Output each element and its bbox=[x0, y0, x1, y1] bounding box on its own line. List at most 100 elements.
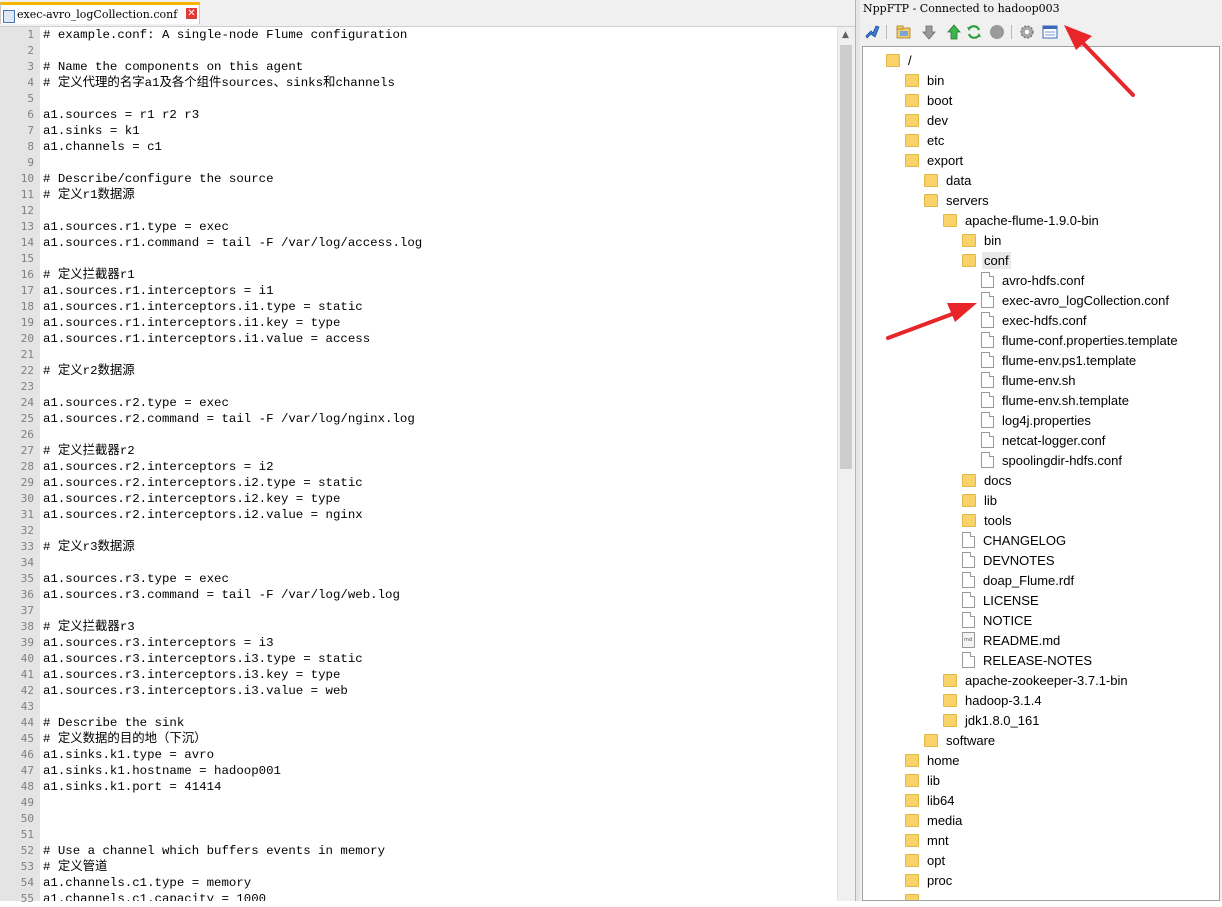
file-node[interactable]: README.md bbox=[962, 630, 1062, 650]
code-line[interactable]: # Describe/configure the source bbox=[40, 171, 837, 187]
file-node[interactable]: DEVNOTES bbox=[962, 550, 1057, 570]
folder-node[interactable]: dev bbox=[905, 110, 950, 130]
code-line[interactable] bbox=[40, 795, 837, 811]
scrollbar-thumb[interactable] bbox=[840, 45, 852, 469]
refresh-button[interactable] bbox=[965, 23, 983, 41]
code-line[interactable] bbox=[40, 251, 837, 267]
folder-node[interactable]: data bbox=[924, 170, 973, 190]
code-line[interactable]: # 定义r1数据源 bbox=[40, 187, 837, 203]
code-line[interactable]: # 定义拦截器r2 bbox=[40, 443, 837, 459]
code-line[interactable]: # 定义数据的目的地（下沉） bbox=[40, 731, 837, 747]
file-node[interactable]: netcat-logger.conf bbox=[981, 430, 1107, 450]
tab-exec-avro-logcollection[interactable]: exec-avro_logCollection.conf ✕ bbox=[0, 2, 200, 24]
folder-node[interactable]: software bbox=[924, 730, 997, 750]
folder-node[interactable]: lib64 bbox=[905, 790, 956, 810]
code-line[interactable]: # Use a channel which buffers events in … bbox=[40, 843, 837, 859]
settings-button[interactable] bbox=[1018, 23, 1036, 41]
code-line[interactable]: a1.sources.r1.command = tail -F /var/log… bbox=[40, 235, 837, 251]
folder-node[interactable] bbox=[905, 890, 929, 900]
file-node[interactable]: flume-conf.properties.template bbox=[981, 330, 1180, 350]
code-line[interactable] bbox=[40, 603, 837, 619]
folder-node[interactable]: jdk1.8.0_161 bbox=[943, 710, 1041, 730]
code-line[interactable]: a1.sources.r2.interceptors.i2.key = type bbox=[40, 491, 837, 507]
file-node[interactable]: LICENSE bbox=[962, 590, 1041, 610]
scroll-up-arrow-icon[interactable]: ▲ bbox=[842, 30, 849, 40]
download-button[interactable] bbox=[920, 23, 938, 41]
code-line[interactable]: a1.sources.r3.command = tail -F /var/log… bbox=[40, 587, 837, 603]
folder-node[interactable]: lib bbox=[905, 770, 942, 790]
file-node[interactable]: exec-avro_logCollection.conf bbox=[981, 290, 1171, 310]
code-line[interactable] bbox=[40, 379, 837, 395]
code-line[interactable]: a1.sources.r1.interceptors = i1 bbox=[40, 283, 837, 299]
file-node[interactable]: doap_Flume.rdf bbox=[962, 570, 1076, 590]
code-line[interactable]: a1.sources.r3.interceptors = i3 bbox=[40, 635, 837, 651]
code-line[interactable] bbox=[40, 699, 837, 715]
folder-node[interactable]: boot bbox=[905, 90, 954, 110]
code-line[interactable]: a1.channels = c1 bbox=[40, 139, 837, 155]
code-line[interactable] bbox=[40, 155, 837, 171]
code-line[interactable] bbox=[40, 555, 837, 571]
code-line[interactable]: a1.sources.r1.type = exec bbox=[40, 219, 837, 235]
file-node[interactable]: avro-hdfs.conf bbox=[981, 270, 1086, 290]
code-line[interactable]: a1.sinks.k1.port = 41414 bbox=[40, 779, 837, 795]
folder-node[interactable]: home bbox=[905, 750, 962, 770]
code-line[interactable] bbox=[40, 203, 837, 219]
folder-node[interactable]: servers bbox=[924, 190, 991, 210]
code-line[interactable]: a1.sources.r3.type = exec bbox=[40, 571, 837, 587]
folder-node[interactable]: lib bbox=[962, 490, 999, 510]
folder-node[interactable]: proc bbox=[905, 870, 954, 890]
code-line[interactable]: a1.sources.r2.type = exec bbox=[40, 395, 837, 411]
code-text-area[interactable]: # example.conf: A single-node Flume conf… bbox=[40, 27, 837, 901]
close-tab-button[interactable]: ✕ bbox=[186, 8, 197, 19]
folder-node[interactable]: export bbox=[905, 150, 965, 170]
code-line[interactable]: # example.conf: A single-node Flume conf… bbox=[40, 27, 837, 43]
connect-button[interactable] bbox=[864, 23, 882, 41]
code-line[interactable]: a1.sinks.k1.type = avro bbox=[40, 747, 837, 763]
code-line[interactable]: a1.sources = r1 r2 r3 bbox=[40, 107, 837, 123]
code-line[interactable]: # Describe the sink bbox=[40, 715, 837, 731]
code-line[interactable]: # 定义管道 bbox=[40, 859, 837, 875]
code-line[interactable]: a1.sources.r2.interceptors.i2.type = sta… bbox=[40, 475, 837, 491]
message-window-button[interactable] bbox=[1041, 23, 1059, 41]
code-line[interactable]: a1.sinks.k1.hostname = hadoop001 bbox=[40, 763, 837, 779]
file-node[interactable]: CHANGELOG bbox=[962, 530, 1068, 550]
file-node[interactable]: flume-env.sh bbox=[981, 370, 1077, 390]
code-line[interactable]: # 定义拦截器r3 bbox=[40, 619, 837, 635]
file-node[interactable]: flume-env.ps1.template bbox=[981, 350, 1138, 370]
file-node[interactable]: RELEASE-NOTES bbox=[962, 650, 1094, 670]
folder-node[interactable]: / bbox=[886, 50, 914, 70]
code-line[interactable]: # 定义拦截器r1 bbox=[40, 267, 837, 283]
code-line[interactable]: a1.sources.r1.interceptors.i1.key = type bbox=[40, 315, 837, 331]
code-line[interactable]: a1.sinks = k1 bbox=[40, 123, 837, 139]
code-line[interactable] bbox=[40, 827, 837, 843]
code-line[interactable]: # Name the components on this agent bbox=[40, 59, 837, 75]
code-line[interactable]: a1.sources.r2.interceptors = i2 bbox=[40, 459, 837, 475]
code-line[interactable]: a1.sources.r3.interceptors.i3.key = type bbox=[40, 667, 837, 683]
folder-node[interactable]: conf bbox=[962, 250, 1011, 270]
code-line[interactable]: a1.sources.r1.interceptors.i1.value = ac… bbox=[40, 331, 837, 347]
folder-node[interactable]: bin bbox=[905, 70, 946, 90]
folder-node[interactable]: tools bbox=[962, 510, 1013, 530]
file-node[interactable]: log4j.properties bbox=[981, 410, 1093, 430]
code-line[interactable]: a1.channels.c1.capacity = 1000 bbox=[40, 891, 837, 901]
code-line[interactable] bbox=[40, 347, 837, 363]
code-line[interactable] bbox=[40, 43, 837, 59]
folder-node[interactable]: apache-zookeeper-3.7.1-bin bbox=[943, 670, 1130, 690]
file-node[interactable]: exec-hdfs.conf bbox=[981, 310, 1089, 330]
code-line[interactable]: a1.sources.r2.interceptors.i2.value = ng… bbox=[40, 507, 837, 523]
code-line[interactable]: # 定义代理的名字a1及各个组件sources、sinks和channels bbox=[40, 75, 837, 91]
file-node[interactable]: spoolingdir-hdfs.conf bbox=[981, 450, 1124, 470]
code-line[interactable]: a1.channels.c1.type = memory bbox=[40, 875, 837, 891]
code-line[interactable]: a1.sources.r2.command = tail -F /var/log… bbox=[40, 411, 837, 427]
abort-button[interactable] bbox=[988, 23, 1006, 41]
folder-node[interactable]: hadoop-3.1.4 bbox=[943, 690, 1044, 710]
code-line[interactable] bbox=[40, 523, 837, 539]
code-line[interactable]: # 定义r2数据源 bbox=[40, 363, 837, 379]
upload-button[interactable] bbox=[945, 23, 963, 41]
open-directory-button[interactable] bbox=[895, 23, 913, 41]
code-line[interactable]: a1.sources.r3.interceptors.i3.type = sta… bbox=[40, 651, 837, 667]
file-node[interactable]: NOTICE bbox=[962, 610, 1034, 630]
code-line[interactable] bbox=[40, 91, 837, 107]
code-line[interactable]: a1.sources.r3.interceptors.i3.value = we… bbox=[40, 683, 837, 699]
code-line[interactable]: # 定义r3数据源 bbox=[40, 539, 837, 555]
